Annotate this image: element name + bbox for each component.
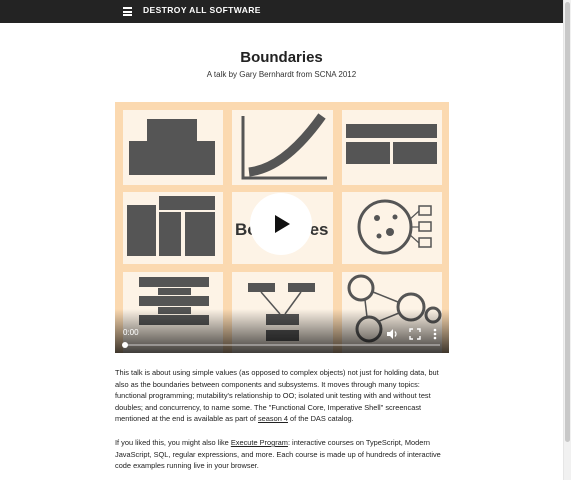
top-nav-bar: DESTROY ALL SOFTWARE <box>0 0 563 23</box>
video-progress-knob[interactable] <box>122 342 128 348</box>
video-controls-overlay <box>115 309 449 353</box>
related-text: If you liked this, you might also like <box>115 438 231 447</box>
scrollbar-thumb[interactable] <box>565 2 570 442</box>
fullscreen-icon[interactable] <box>409 328 421 340</box>
related-courses-paragraph: If you liked this, you might also like E… <box>115 437 451 472</box>
play-button[interactable] <box>250 193 312 255</box>
play-icon <box>275 215 290 233</box>
video-time: 0:00 <box>123 328 139 337</box>
talk-description: This talk is about using simple values (… <box>115 367 451 425</box>
video-player[interactable]: Boundaries <box>115 102 449 353</box>
season-4-link[interactable]: season 4 <box>258 414 288 423</box>
page-subtitle: A talk by Gary Bernhardt from SCNA 2012 <box>206 70 357 79</box>
site-brand[interactable]: DESTROY ALL SOFTWARE <box>143 5 261 15</box>
volume-icon[interactable] <box>386 328 398 340</box>
more-options-icon[interactable] <box>432 328 438 340</box>
execute-program-link[interactable]: Execute Program <box>231 438 288 447</box>
description-text-end: of the DAS catalog. <box>287 414 354 423</box>
video-progress-bar[interactable] <box>122 342 440 348</box>
page-scrollbar[interactable] <box>563 0 571 480</box>
hamburger-menu-icon[interactable] <box>123 7 132 16</box>
page-title: Boundaries <box>240 49 323 66</box>
